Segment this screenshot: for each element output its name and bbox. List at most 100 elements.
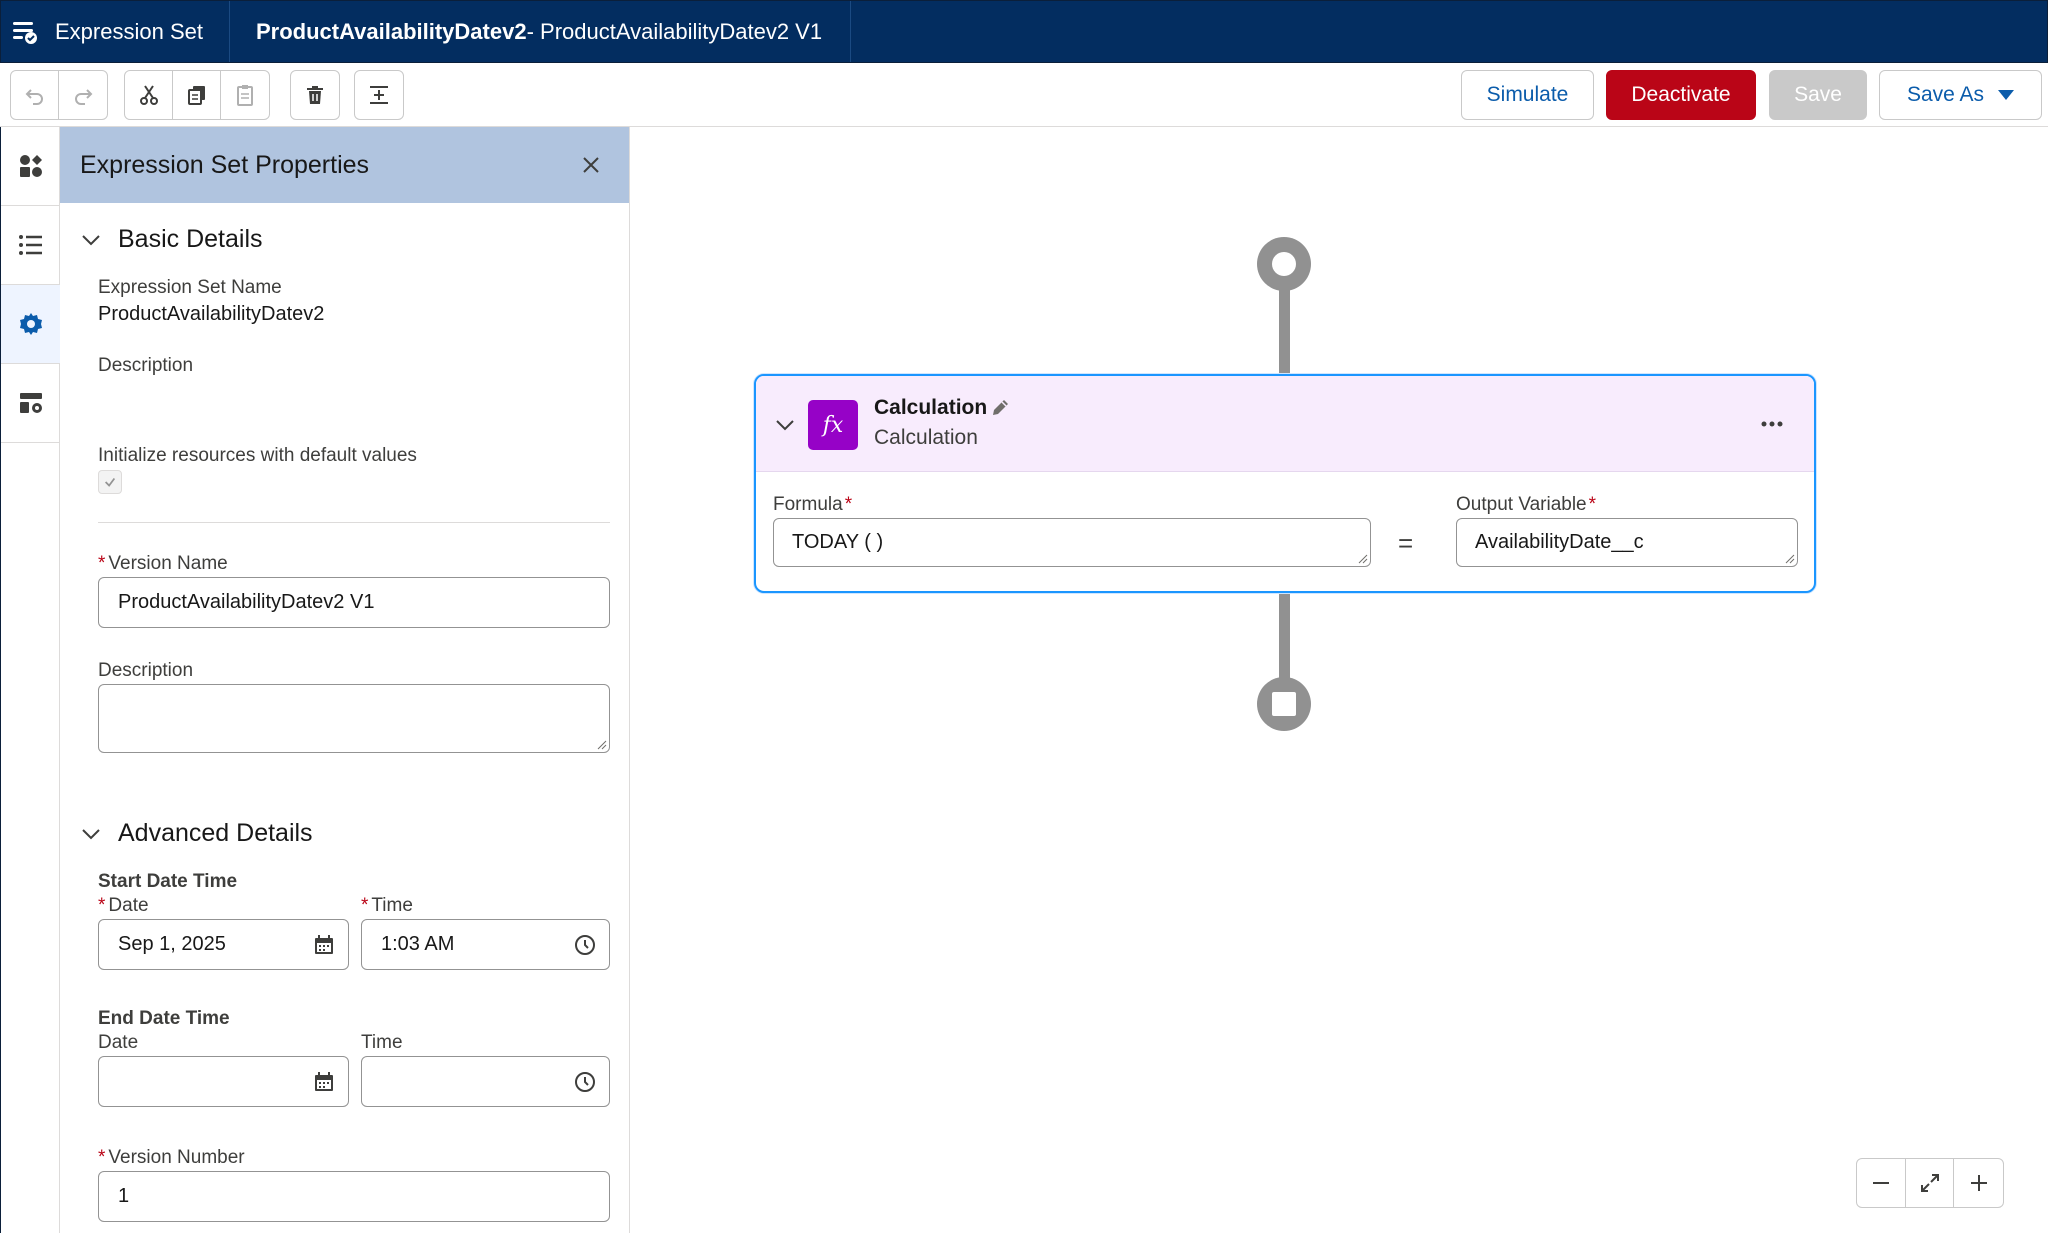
delete-group (290, 70, 340, 120)
check-icon (105, 477, 116, 487)
init-resources-label: Initialize resources with default values (98, 445, 417, 466)
rail-resources[interactable] (1, 206, 60, 285)
cut-button[interactable] (125, 71, 173, 119)
minus-icon (1872, 1182, 1889, 1184)
delete-button[interactable] (291, 71, 339, 119)
more-options-icon[interactable] (1760, 416, 1784, 432)
caret-down-icon (1998, 90, 2015, 100)
tab-active[interactable]: ProductAvailabilityDatev2 - ProductAvail… (230, 1, 852, 62)
chevron-down-icon (82, 828, 100, 839)
zoom-out-button[interactable] (1857, 1159, 1906, 1207)
clipboard-group (124, 70, 270, 120)
calculation-element-card[interactable]: fx Calculation Calculation Formula * TODA… (754, 374, 1816, 593)
save-as-button[interactable]: Save As (1879, 70, 2042, 120)
end-date-time-label: End Date Time (98, 1008, 230, 1029)
clock-icon[interactable] (573, 1070, 597, 1094)
app-name: Expression Set (55, 18, 203, 44)
version-number-input[interactable]: 1 (98, 1171, 610, 1222)
list-icon (18, 235, 42, 255)
app-launcher[interactable]: Expression Set (1, 1, 230, 62)
fit-to-view-button[interactable] (1906, 1159, 1955, 1207)
layout-settings-icon (19, 393, 42, 413)
connector-top (1279, 285, 1290, 377)
calendar-icon[interactable] (312, 1070, 336, 1094)
description-label: Description (98, 355, 194, 376)
undo-redo-group (10, 70, 108, 120)
start-date-input[interactable]: Sep 1, 2025 (98, 919, 349, 970)
advanced-details-toggle[interactable]: Advanced Details (80, 819, 313, 848)
end-time-input[interactable] (361, 1056, 610, 1107)
resize-handle-icon[interactable] (1783, 552, 1795, 564)
formula-input[interactable]: TODAY ( ) (773, 518, 1371, 567)
copy-button[interactable] (173, 71, 221, 119)
end-date-label: Date (98, 1032, 139, 1053)
save-button[interactable]: Save (1769, 70, 1867, 120)
version-name-input[interactable]: ProductAvailabilityDatev2 V1 (98, 577, 610, 628)
start-date-time-label: Start Date Time (98, 871, 238, 892)
gear-icon (19, 313, 42, 335)
start-time-value: 1:03 AM (381, 933, 455, 955)
connector-bottom (1279, 590, 1290, 690)
simulate-button[interactable]: Simulate (1461, 70, 1594, 120)
end-date-input[interactable] (98, 1056, 349, 1107)
clock-icon[interactable] (573, 933, 597, 957)
start-node[interactable] (1257, 237, 1311, 291)
version-description-textarea[interactable] (98, 684, 610, 753)
plus-icon (1970, 1175, 1987, 1191)
undo-button[interactable] (11, 71, 59, 119)
tab-title-bold: ProductAvailabilityDatev2 (255, 18, 527, 44)
advanced-details-heading: Advanced Details (118, 819, 313, 847)
scissors-icon (139, 85, 158, 105)
insert-group (354, 70, 404, 120)
rail-settings[interactable] (1, 364, 60, 443)
chevron-down-icon (82, 234, 100, 245)
version-description-label: Description (98, 660, 194, 681)
undo-icon (25, 89, 43, 105)
deactivate-button[interactable]: Deactivate (1606, 70, 1756, 120)
paste-button[interactable] (221, 71, 269, 119)
version-number-label: * Version Number (98, 1147, 245, 1168)
equals-sign: = (1398, 528, 1414, 558)
redo-button[interactable] (59, 71, 107, 119)
version-name-label: * Version Name (98, 553, 228, 574)
init-resources-checkbox (98, 470, 122, 494)
panel-title: Expression Set Properties (80, 150, 370, 179)
pencil-icon[interactable] (990, 398, 1010, 418)
toolbar: Simulate Deactivate Save Save As (0, 63, 2048, 127)
calculation-title: Calculation (874, 396, 988, 419)
expression-set-name-value: ProductAvailabilityDatev2 (98, 303, 325, 325)
resize-handle-icon[interactable] (595, 738, 607, 750)
insert-element-button[interactable] (355, 71, 403, 119)
close-icon[interactable] (579, 153, 603, 177)
end-node[interactable] (1257, 677, 1311, 731)
calculation-subtitle: Calculation (874, 426, 978, 449)
calculation-card-header: fx Calculation Calculation (756, 376, 1814, 472)
expand-icon (1920, 1174, 1939, 1192)
start-time-label: * Time (361, 895, 413, 916)
copy-icon (187, 86, 205, 105)
rail-elements[interactable] (1, 127, 60, 206)
properties-panel: Expression Set Properties Basic Details … (60, 127, 630, 1233)
flow-canvas[interactable] (631, 127, 2048, 1233)
output-variable-value: AvailabilityDate__c (1475, 531, 1644, 553)
formula-value: TODAY ( ) (792, 531, 884, 553)
calendar-icon[interactable] (312, 933, 336, 957)
insert-icon (370, 86, 388, 104)
resize-handle-icon[interactable] (1356, 552, 1368, 564)
start-date-label: * Date (98, 895, 149, 916)
tab-title-rest: - ProductAvailabilityDatev2 V1 (526, 18, 823, 44)
elements-icon (19, 155, 42, 177)
output-variable-label: Output Variable * (1456, 494, 1597, 515)
expression-set-icon (13, 21, 37, 44)
zoom-in-button[interactable] (1954, 1159, 2003, 1207)
start-time-input[interactable]: 1:03 AM (361, 919, 610, 970)
zoom-controls (1856, 1158, 2004, 1208)
clipboard-icon (237, 85, 253, 106)
end-time-label: Time (361, 1032, 403, 1053)
save-as-label: Save As (1906, 83, 1985, 106)
chevron-down-icon[interactable] (773, 413, 797, 437)
output-variable-input[interactable]: AvailabilityDate__c (1456, 518, 1798, 567)
rail-properties[interactable] (1, 285, 60, 364)
redo-icon (75, 89, 93, 105)
basic-details-toggle[interactable]: Basic Details (80, 225, 263, 254)
